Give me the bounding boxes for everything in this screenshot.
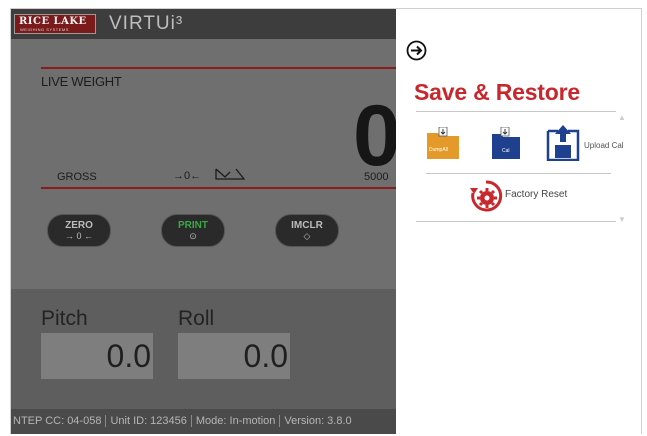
roll-readout: 0.0 — [178, 333, 290, 379]
imclr-button[interactable]: IMCLR ◇ — [275, 214, 339, 247]
upload-cal-button[interactable]: Upload Cal — [546, 123, 624, 166]
factory-reset-button[interactable]: Factory Reset — [469, 179, 567, 212]
cal-button[interactable]: Cal — [491, 126, 521, 165]
roll-label: Roll — [178, 307, 215, 330]
pitch-label: Pitch — [41, 307, 88, 330]
ntep-cc: NTEP CC: 04-058 — [11, 415, 107, 427]
version: Version: 3.8.0 — [284, 415, 352, 427]
drawer-title: Save & Restore — [414, 79, 580, 105]
capacity-value: 5000 — [364, 171, 389, 183]
rice-lake-logo: RICE LAKE WEIGHING SYSTEMS — [14, 14, 96, 34]
screen-frame: RICE LAKE WEIGHING SYSTEMS VIRTUi³ LIVE … — [10, 8, 642, 434]
back-arrow-icon[interactable] — [406, 40, 427, 61]
main-app-dimmed: RICE LAKE WEIGHING SYSTEMS VIRTUi³ LIVE … — [11, 9, 396, 434]
cal-icon — [492, 126, 520, 159]
divider — [416, 111, 616, 112]
logo-subtitle: WEIGHING SYSTEMS — [20, 27, 69, 32]
live-weight-panel: LIVE WEIGHT 0 GROSS →0← 5000 ZERO → 0 ← … — [11, 39, 396, 289]
tilt-readout-panel: Pitch 0.0 Roll 0.0 — [11, 289, 396, 409]
divider — [41, 67, 396, 69]
status-bar: NTEP CC: 04-058 Unit ID: 123456 Mode: In-m… — [11, 409, 396, 434]
pitch-readout: 0.0 — [41, 333, 153, 379]
print-button-label: PRINT — [178, 220, 208, 231]
logo-name: RICE LAKE — [19, 16, 87, 27]
zero-button-label: ZERO — [65, 220, 93, 231]
divider — [426, 173, 611, 174]
dump-all-button[interactable]: DumpAll — [426, 126, 460, 165]
product-name: VIRTUi³ — [109, 13, 184, 34]
divider — [41, 187, 396, 189]
live-weight-title: LIVE WEIGHT — [41, 74, 122, 89]
imclr-button-label: IMCLR — [291, 220, 323, 231]
weight-value: 0 — [353, 93, 396, 179]
standstill-icon: →0← — [173, 170, 202, 182]
motion-icon — [215, 167, 246, 186]
scroll-up-icon[interactable]: ▲ — [618, 113, 626, 122]
unit-id: Unit ID: 123456 — [106, 415, 192, 427]
dump-all-icon — [427, 126, 459, 159]
zero-button[interactable]: ZERO → 0 ← — [47, 214, 111, 247]
save-restore-drawer: Save & Restore ▲ DumpAll Cal Upload Cal … — [396, 9, 641, 434]
factory-reset-icon — [470, 180, 503, 212]
dump-all-label: DumpAll — [429, 147, 448, 153]
divider — [416, 221, 616, 222]
cal-label: Cal — [502, 148, 510, 154]
gross-mode-label: GROSS — [57, 171, 97, 183]
roll-value: 0.0 — [243, 338, 288, 374]
imclr-icon: ◇ — [303, 231, 311, 241]
top-bar: RICE LAKE WEIGHING SYSTEMS VIRTUi³ — [11, 9, 396, 39]
mode-status: Mode: In-motion — [191, 415, 281, 427]
print-button[interactable]: PRINT ⊙ — [161, 214, 225, 247]
scroll-down-icon[interactable]: ▼ — [618, 215, 626, 224]
print-icon: ⊙ — [189, 231, 197, 241]
upload-cal-icon — [546, 125, 580, 162]
pitch-value: 0.0 — [106, 338, 151, 374]
factory-reset-label: Factory Reset — [505, 189, 568, 200]
upload-cal-label: Upload Cal — [584, 141, 624, 150]
zero-icon: → 0 ← — [64, 231, 93, 241]
